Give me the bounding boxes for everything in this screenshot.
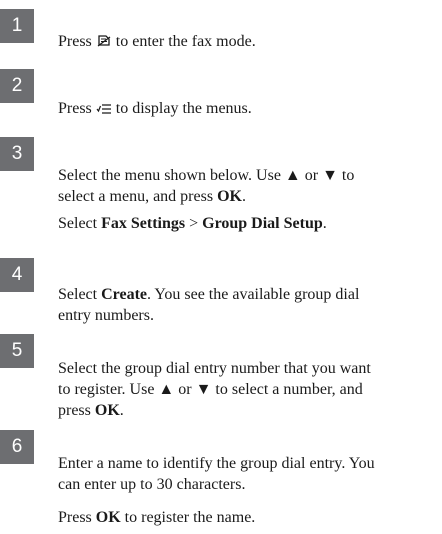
step-number: 2 bbox=[0, 69, 34, 103]
step-number: 4 bbox=[0, 258, 34, 292]
step-number: 6 bbox=[0, 430, 34, 464]
step-text: Enter a name to identify the group dial … bbox=[58, 455, 375, 493]
menu-icon bbox=[96, 100, 112, 121]
step-subtext: Select Fax Settings > Group Dial Setup. bbox=[58, 215, 327, 232]
step-subtext: Press OK to register the name. bbox=[58, 509, 256, 526]
fax-icon bbox=[96, 33, 112, 54]
step-text: Select the menu shown below. Use ▲ or ▼ … bbox=[58, 167, 355, 205]
step-number: 3 bbox=[0, 137, 34, 171]
step-text: Press to display the menus. bbox=[58, 77, 438, 121]
step-text: Press to enter the fax mode. bbox=[58, 10, 438, 54]
step-number: 5 bbox=[0, 334, 34, 368]
step-number: 1 bbox=[0, 9, 34, 43]
step-text: Select Create. You see the available gro… bbox=[58, 286, 360, 324]
step-text: Select the group dial entry number that … bbox=[58, 360, 371, 419]
